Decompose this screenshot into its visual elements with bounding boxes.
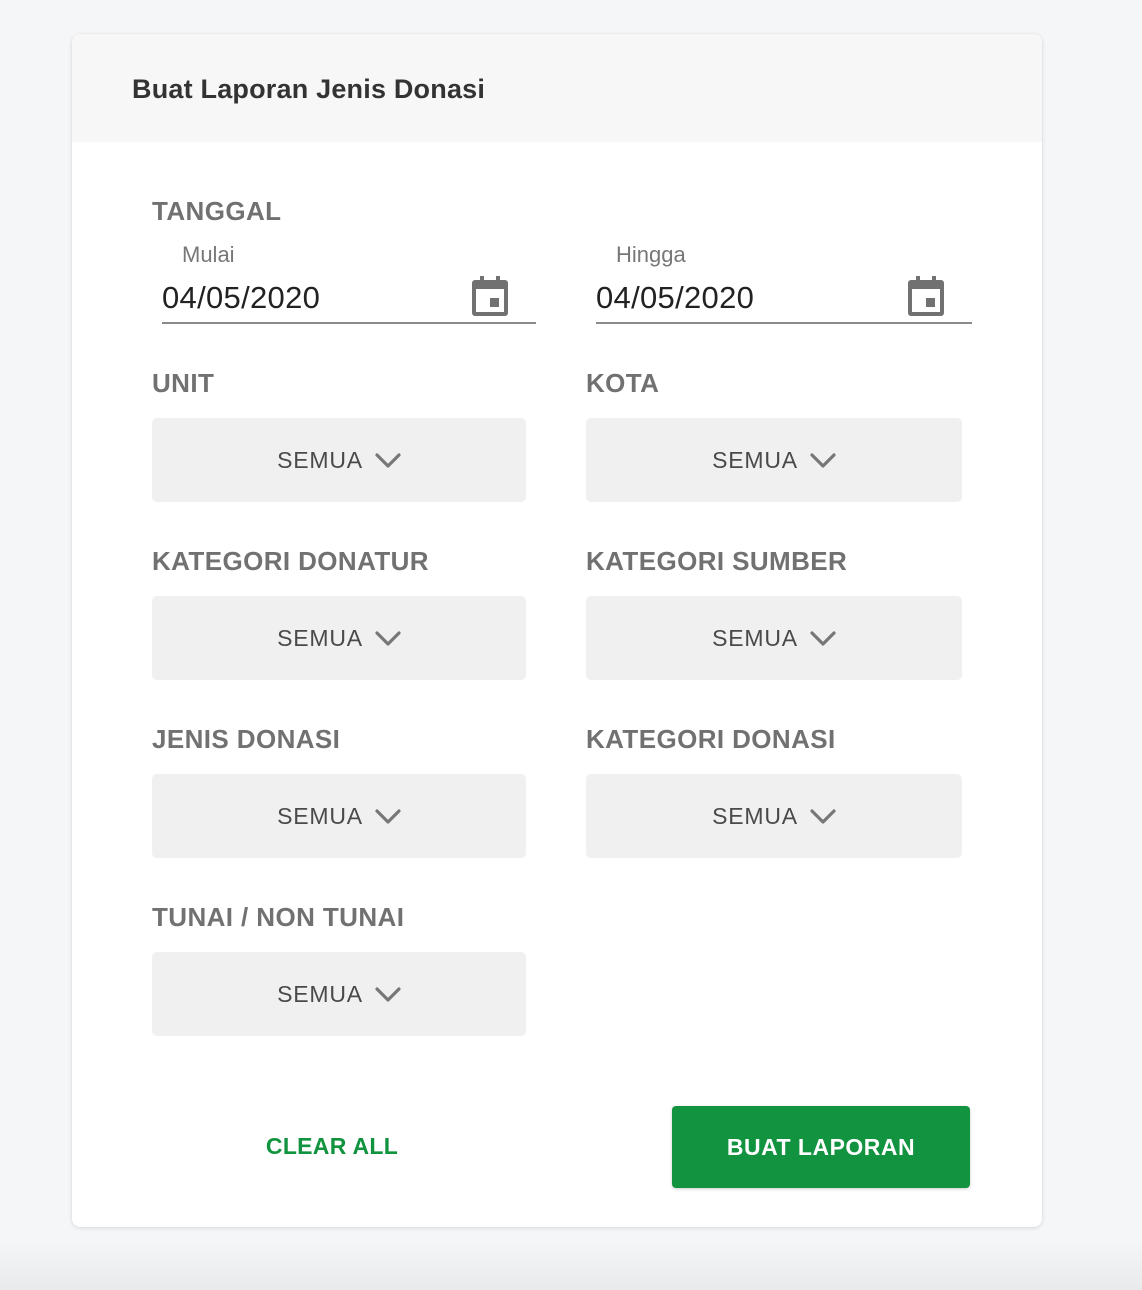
kategori-donatur-select-value: SEMUA [277, 624, 363, 651]
kategori-sumber-label: KATEGORI SUMBER [586, 546, 848, 576]
start-date-value[interactable]: 04/05/2020 [162, 280, 320, 316]
date-section-label: TANGGAL [152, 196, 282, 226]
end-date-value[interactable]: 04/05/2020 [596, 280, 754, 316]
kategori-donasi-select-value: SEMUA [712, 802, 798, 829]
kategori-sumber-select-value: SEMUA [712, 624, 798, 651]
create-report-button[interactable]: BUAT LAPORAN [672, 1106, 970, 1188]
chevron-down-icon [375, 809, 401, 824]
calendar-icon[interactable] [908, 276, 944, 316]
page-bottom-shade [0, 1240, 1142, 1290]
jenis-donasi-select[interactable]: SEMUA [152, 774, 526, 858]
tunai-non-tunai-select[interactable]: SEMUA [152, 952, 526, 1036]
unit-label: UNIT [152, 368, 215, 398]
kota-select-value: SEMUA [712, 446, 798, 473]
kategori-donasi-select[interactable]: SEMUA [586, 774, 962, 858]
page-title: Buat Laporan Jenis Donasi [132, 74, 486, 104]
chevron-down-icon [810, 631, 836, 646]
jenis-donasi-select-value: SEMUA [277, 802, 363, 829]
kota-label: KOTA [586, 368, 660, 398]
kategori-donatur-label: KATEGORI DONATUR [152, 546, 429, 576]
report-form-card: Buat Laporan Jenis Donasi TANGGAL Mulai … [72, 34, 1042, 1227]
kota-select[interactable]: SEMUA [586, 418, 962, 502]
start-date-field[interactable]: Mulai 04/05/2020 [162, 242, 536, 324]
kategori-sumber-select[interactable]: SEMUA [586, 596, 962, 680]
chevron-down-icon [375, 631, 401, 646]
kategori-donasi-label: KATEGORI DONASI [586, 724, 836, 754]
chevron-down-icon [810, 453, 836, 468]
start-date-label: Mulai [182, 242, 235, 267]
end-date-field[interactable]: Hingga 04/05/2020 [596, 242, 972, 324]
unit-select-value: SEMUA [277, 446, 363, 473]
chevron-down-icon [810, 809, 836, 824]
tunai-non-tunai-label: TUNAI / NON TUNAI [152, 902, 405, 932]
card-header: Buat Laporan Jenis Donasi [72, 34, 1042, 142]
chevron-down-icon [375, 987, 401, 1002]
calendar-icon[interactable] [472, 276, 508, 316]
tunai-non-tunai-select-value: SEMUA [277, 980, 363, 1007]
clear-all-button[interactable]: CLEAR ALL [252, 1126, 412, 1166]
kategori-donatur-select[interactable]: SEMUA [152, 596, 526, 680]
end-date-label: Hingga [616, 242, 686, 267]
chevron-down-icon [375, 453, 401, 468]
jenis-donasi-label: JENIS DONASI [152, 724, 341, 754]
unit-select[interactable]: SEMUA [152, 418, 526, 502]
